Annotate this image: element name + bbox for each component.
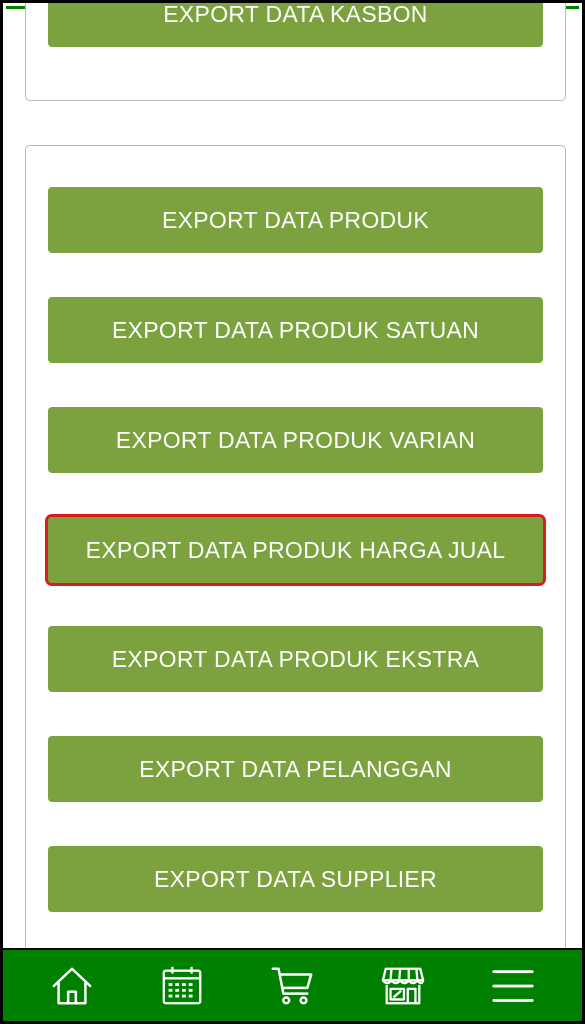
export-produk-button[interactable]: EXPORT DATA PRODUK [48, 187, 543, 253]
nav-menu[interactable] [483, 956, 543, 1016]
home-icon [52, 967, 92, 1004]
nav-store[interactable] [373, 956, 433, 1016]
store-icon [381, 967, 424, 1004]
export-produk-ekstra-button[interactable]: EXPORT DATA PRODUK EKSTRA [48, 626, 543, 692]
cart-icon [272, 967, 313, 1004]
export-produk-varian-button[interactable]: EXPORT DATA PRODUK VARIAN [48, 407, 543, 473]
export-kasbon-button[interactable]: EXPORT DATA KASBON [48, 3, 543, 47]
nav-home[interactable] [42, 956, 102, 1016]
calendar-icon [162, 966, 202, 1004]
app-frame: EXPORT DATA KASBON EXPORT DATA PRODUK EX… [0, 0, 585, 1024]
export-pelanggan-button[interactable]: EXPORT DATA PELANGGAN [48, 736, 543, 802]
export-supplier-button[interactable]: EXPORT DATA SUPPLIER [48, 846, 543, 912]
nav-calendar[interactable] [152, 956, 212, 1016]
nav-cart[interactable] [262, 956, 322, 1016]
export-produk-harga-jual-button[interactable]: EXPORT DATA PRODUK HARGA JUAL [45, 514, 546, 586]
export-produk-satuan-button[interactable]: EXPORT DATA PRODUK SATUAN [48, 297, 543, 363]
menu-icon [492, 969, 534, 1002]
bottom-navigation [3, 948, 582, 1021]
